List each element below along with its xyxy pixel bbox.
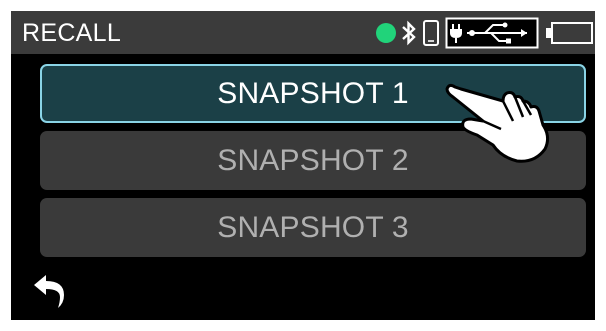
phone-icon: [423, 20, 439, 46]
battery-icon: [546, 22, 593, 44]
status-dot-icon: [376, 23, 396, 43]
bluetooth-icon: [402, 20, 416, 46]
touch-hand-icon: [445, 83, 550, 163]
usb-power-icon: [445, 17, 539, 49]
screen-title: RECALL: [22, 19, 122, 47]
back-arrow-icon[interactable]: [31, 273, 67, 309]
snapshot-3-button[interactable]: SNAPSHOT 3: [40, 198, 586, 257]
device-screen: RECALL SNAPSHOT 1 SNAPSHOT 2 SNAPSHOT 3: [11, 11, 595, 320]
status-bar: RECALL: [11, 11, 595, 54]
